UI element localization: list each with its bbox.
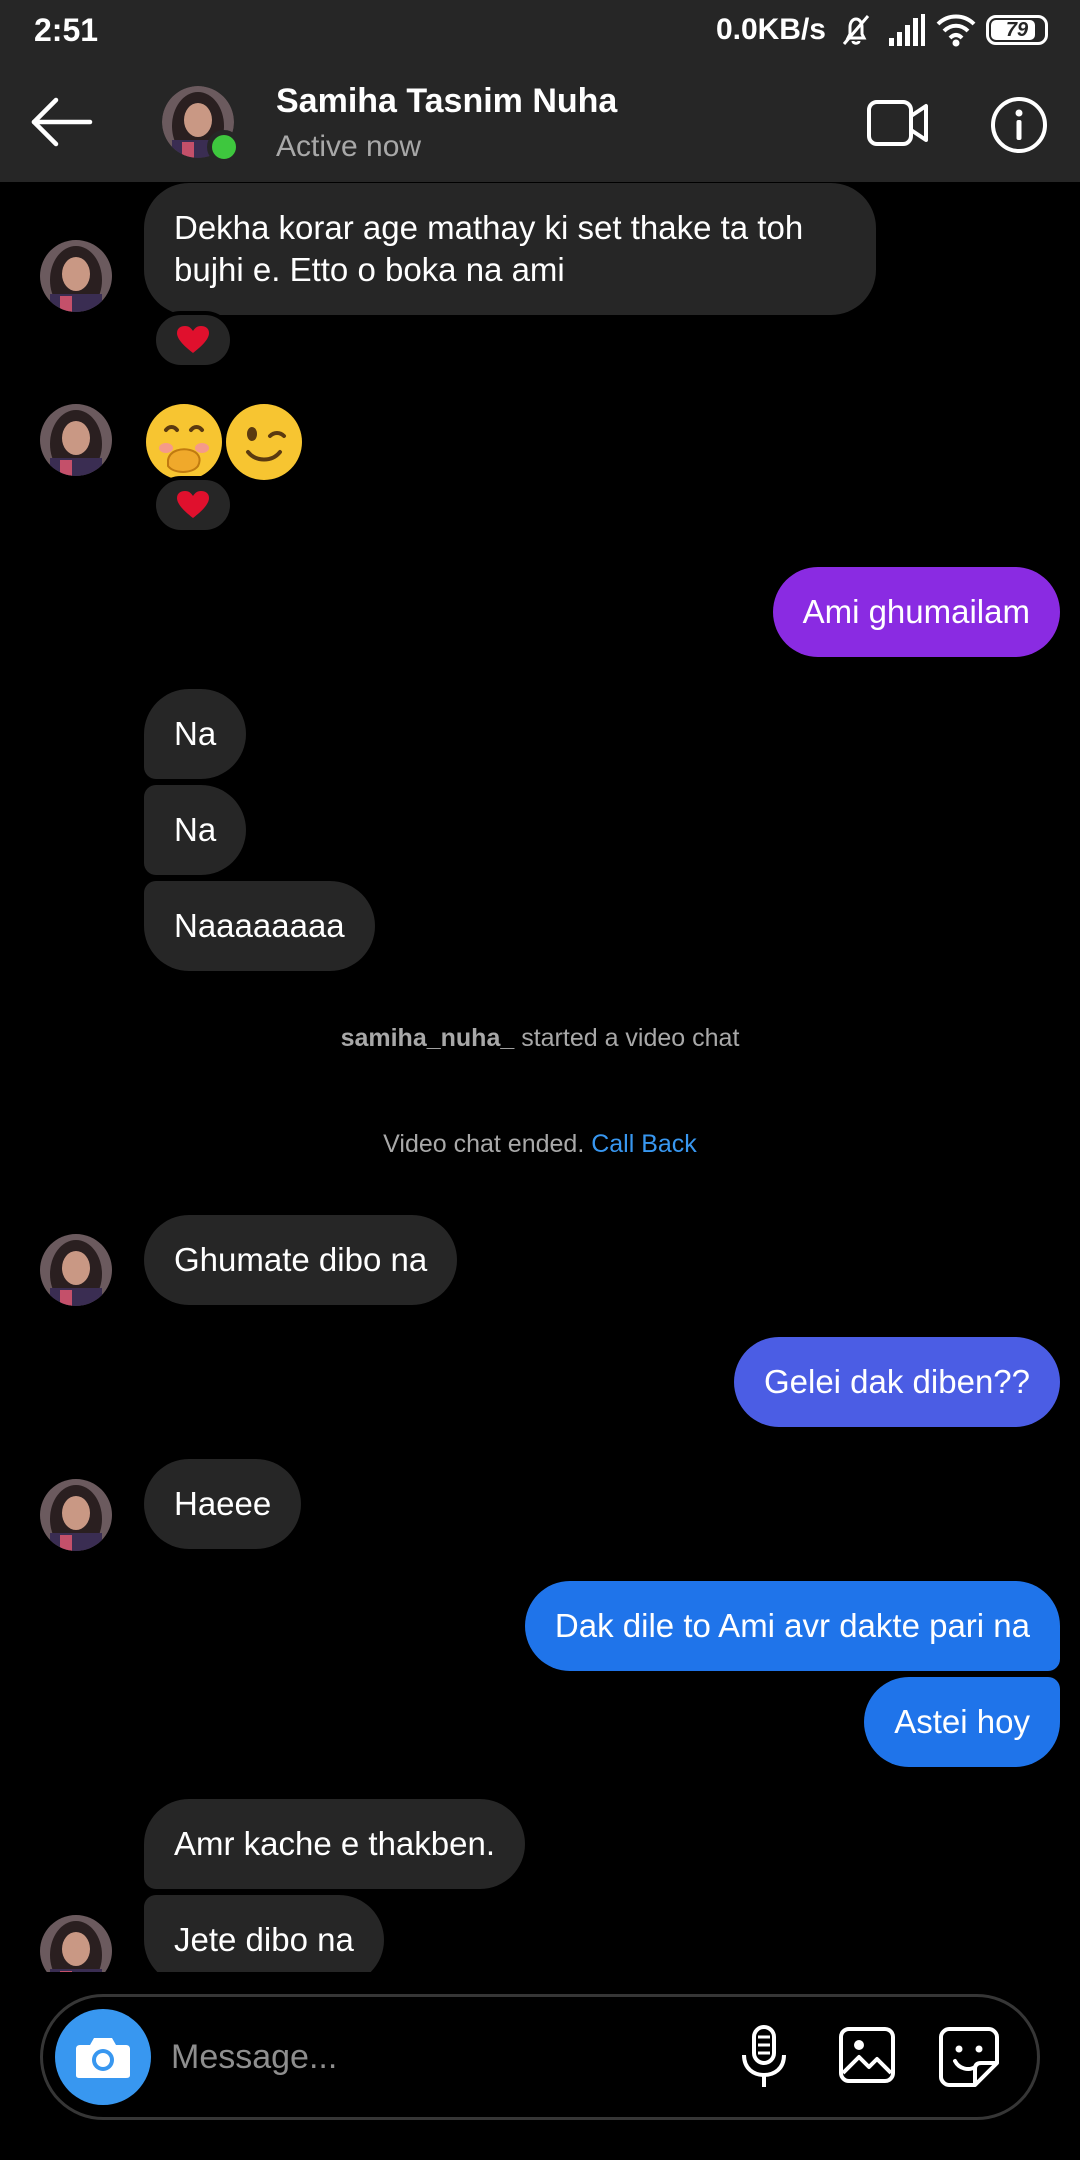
camera-icon	[76, 2038, 130, 2078]
video-chat-ended-notice: Video chat ended. Call Back	[0, 1130, 1080, 1159]
message-bubble-incoming[interactable]: Naaaaaaaa	[144, 881, 375, 971]
info-icon[interactable]	[990, 96, 1048, 154]
message-bubble-incoming[interactable]: Haeee	[144, 1459, 302, 1549]
battery-icon: 79	[986, 15, 1048, 45]
sticker-icon[interactable]	[937, 2025, 1001, 2089]
message-text: Naaaaaaaa	[174, 907, 345, 944]
message-text: Astei hoy	[894, 1703, 1030, 1740]
online-indicator	[207, 130, 241, 164]
contact-name[interactable]: Samiha Tasnim Nuha	[276, 82, 617, 121]
message-text: Dak dile to Ami avr dakte pari na	[554, 1607, 1030, 1644]
message-text: Amr kache e thakben.	[174, 1825, 496, 1862]
battery-level: 79	[1005, 18, 1029, 41]
microphone-icon[interactable]	[736, 2023, 792, 2091]
message-bubble-incoming[interactable]: Na	[144, 785, 247, 875]
message-bubble-incoming[interactable]: Amr kache e thakben.	[144, 1799, 526, 1889]
winking-face-emoji-icon[interactable]	[226, 404, 302, 480]
message-bubble-outgoing[interactable]: Astei hoy	[864, 1677, 1060, 1767]
message-bubble-incoming[interactable]: Ghumate dibo na	[144, 1215, 458, 1305]
message-text: Jete dibo na	[174, 1921, 354, 1958]
video-chat-started-text: started a video chat	[514, 1024, 740, 1052]
message-text: Ghumate dibo na	[174, 1241, 428, 1278]
video-chat-ended-text: Video chat ended.	[383, 1130, 592, 1158]
message-text: Na	[174, 811, 217, 848]
video-chat-username: samiha_nuha_	[340, 1024, 515, 1052]
video-chat-started-notice: samiha_nuha_ started a video chat	[0, 1024, 1080, 1053]
message-text: Na	[174, 715, 217, 752]
status-icons: 0.0KB/s 79	[716, 12, 1048, 48]
sender-avatar[interactable]	[40, 240, 112, 312]
message-input[interactable]	[171, 2027, 731, 2087]
message-text: Gelei dak diben??	[763, 1363, 1030, 1400]
message-composer	[40, 1994, 1040, 2120]
message-bubble-outgoing[interactable]: Ami ghumailam	[772, 567, 1060, 657]
reaction-badge[interactable]	[152, 311, 234, 369]
mute-icon	[842, 15, 870, 45]
call-back-link[interactable]: Call Back	[591, 1130, 697, 1158]
network-speed: 0.0KB/s	[715, 13, 826, 46]
message-text: bujhi e. Etto o boka na ami	[174, 251, 565, 288]
contact-active-status: Active now	[276, 130, 422, 163]
message-bubble-outgoing[interactable]: Dak dile to Ami avr dakte pari na	[524, 1581, 1060, 1671]
status-time: 2:51	[34, 12, 99, 48]
back-arrow-icon[interactable]	[30, 90, 94, 154]
sender-avatar[interactable]	[40, 404, 112, 476]
signal-icon	[889, 14, 925, 46]
hand-over-mouth-emoji-icon[interactable]	[146, 404, 222, 480]
message-bubble-incoming[interactable]: Dekha korar age mathay ki set thake ta t…	[144, 183, 876, 315]
chat-header: Samiha Tasnim Nuha Active now	[0, 60, 1080, 182]
message-text: Dekha korar age mathay ki set thake ta t…	[174, 209, 804, 246]
message-text: Haeee	[174, 1485, 272, 1522]
video-camera-icon[interactable]	[866, 96, 930, 150]
status-bar: 2:51 0.0KB/s 79	[0, 0, 1080, 60]
sender-avatar[interactable]	[40, 1234, 112, 1306]
message-text: Ami ghumailam	[802, 593, 1030, 630]
heart-icon	[177, 326, 209, 353]
wifi-icon	[936, 14, 976, 47]
camera-button[interactable]	[55, 2009, 151, 2105]
reaction-badge[interactable]	[152, 476, 234, 534]
message-bubble-incoming[interactable]: Na	[144, 689, 247, 779]
message-bubble-outgoing[interactable]: Gelei dak diben??	[733, 1337, 1060, 1427]
gallery-icon[interactable]	[837, 2025, 897, 2085]
heart-icon	[177, 491, 209, 518]
sender-avatar[interactable]	[40, 1479, 112, 1551]
